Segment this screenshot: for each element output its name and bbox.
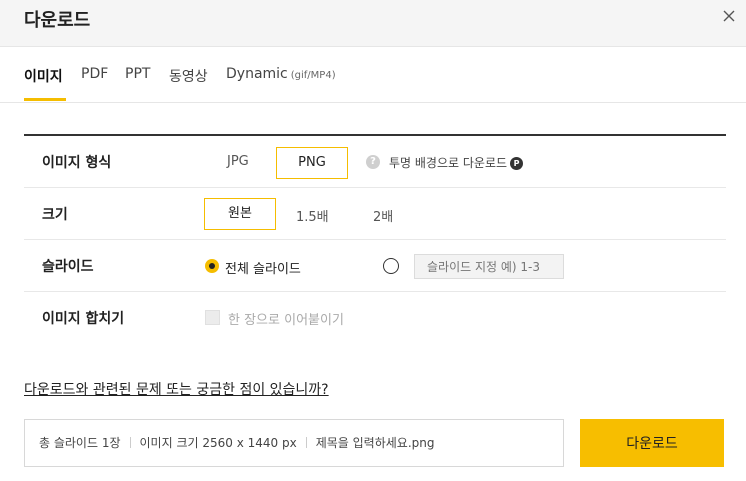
format-label: 이미지 형식: [42, 155, 112, 171]
close-icon[interactable]: [722, 9, 736, 23]
row-merge: 이미지 합치기 한 장으로 이어붙이기: [24, 292, 726, 343]
download-info-box: 총 슬라이드 1장 이미지 크기 2560 x 1440 px 제목을 입력하세요.…: [24, 419, 564, 467]
all-slides-radio[interactable]: [205, 259, 219, 273]
dialog-title: 다운로드: [24, 10, 91, 31]
help-icon[interactable]: ?: [366, 155, 380, 169]
range-slides-radio[interactable]: [383, 258, 399, 274]
premium-badge: P: [510, 157, 524, 170]
download-button[interactable]: 다운로드: [580, 419, 724, 467]
tab-pdf[interactable]: PDF: [81, 66, 108, 82]
size-1-5x-option[interactable]: 1.5배: [296, 206, 329, 225]
merge-checkbox-label: 한 장으로 이어붙이기: [228, 313, 344, 328]
tab-dynamic-sub: (gif/MP4): [290, 70, 336, 81]
tab-bar: 이미지 PDF PPT 동영상 Dynamic (gif/MP4): [0, 47, 746, 103]
format-png-option[interactable]: PNG: [276, 147, 348, 179]
merge-checkbox[interactable]: [205, 310, 220, 325]
divider: [305, 437, 307, 448]
tab-dynamic[interactable]: Dynamic (gif/MP4): [226, 66, 336, 82]
transparent-bg-option[interactable]: 투명 배경으로 다운로드 P: [389, 154, 524, 171]
size-original-option[interactable]: 원본: [204, 198, 276, 230]
row-slides: 슬라이드 전체 슬라이드: [24, 240, 726, 292]
options-table: 이미지 형식 JPG PNG ? 투명 배경으로 다운로드 P 크기 원본 1.5…: [24, 134, 726, 343]
dialog-header: 다운로드: [0, 0, 746, 47]
size-label: 크기: [42, 207, 68, 223]
divider: [129, 437, 131, 448]
file-name: 제목을 입력하세요.png: [315, 436, 435, 450]
tab-dynamic-label: Dynamic: [226, 66, 288, 82]
row-size: 크기 원본 1.5배 2배: [24, 188, 726, 240]
row-image-format: 이미지 형식 JPG PNG ? 투명 배경으로 다운로드 P: [24, 136, 726, 188]
all-slides-label[interactable]: 전체 슬라이드: [225, 258, 301, 277]
faq-link[interactable]: 다운로드와 관련된 문제 또는 궁금한 점이 있습니까?: [24, 379, 329, 399]
image-dimensions: 이미지 크기 2560 x 1440 px: [139, 436, 297, 450]
active-tab-indicator: [24, 98, 66, 101]
slide-count: 총 슬라이드 1장: [39, 436, 121, 450]
tab-ppt[interactable]: PPT: [125, 66, 150, 82]
size-2x-option[interactable]: 2배: [373, 206, 393, 225]
tab-image[interactable]: 이미지: [24, 66, 63, 86]
tab-video[interactable]: 동영상: [169, 66, 208, 86]
merge-label: 이미지 합치기: [42, 311, 125, 327]
transparent-bg-label: 투명 배경으로 다운로드: [389, 156, 508, 170]
format-jpg-option[interactable]: JPG: [227, 154, 249, 169]
slide-range-input[interactable]: [414, 254, 564, 279]
slides-label: 슬라이드: [42, 259, 94, 275]
